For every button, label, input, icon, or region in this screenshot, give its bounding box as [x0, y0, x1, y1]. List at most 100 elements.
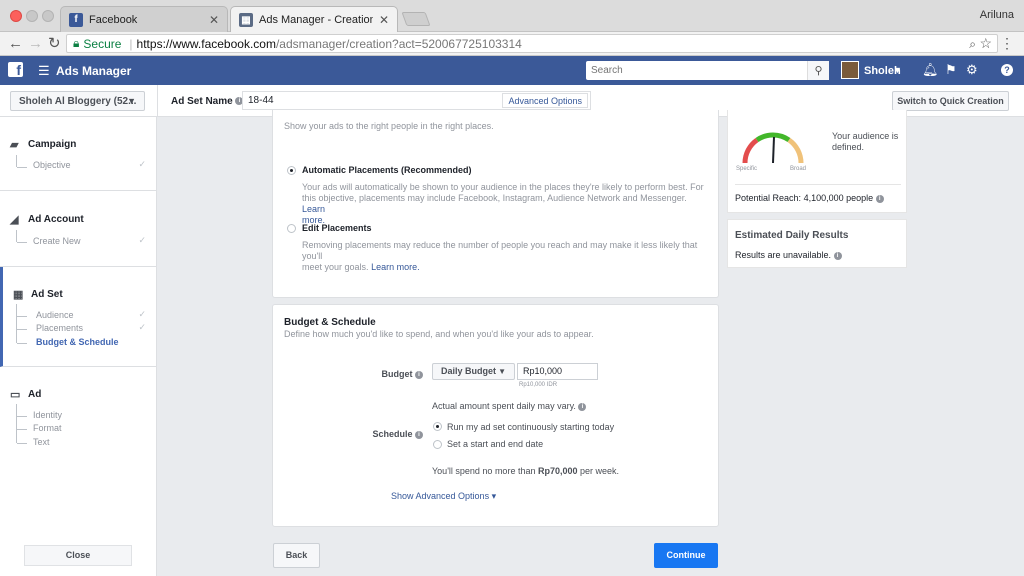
desc-line: Your ads will automatically be shown to …	[302, 182, 704, 192]
divider	[735, 184, 901, 185]
info-icon[interactable]: i	[833, 251, 842, 260]
tab-label: Ads Manager - Creation	[259, 14, 373, 26]
gauge-specific-label: Specific	[736, 166, 758, 172]
info-icon[interactable]: i	[415, 430, 423, 439]
start-end-date-radio[interactable]	[433, 440, 442, 449]
search-icon[interactable]: ⚲	[807, 61, 829, 80]
sidebar-head-campaign[interactable]: ▰ Campaign	[10, 139, 76, 150]
tree-line	[17, 443, 27, 444]
estimated-results-title: Estimated Daily Results	[735, 230, 849, 241]
sidebar-head-ad[interactable]: ▭ Ad	[10, 389, 41, 400]
sidebar-item-objective[interactable]: Objective	[33, 160, 71, 170]
chevron-down-icon[interactable]: ▼	[893, 65, 902, 75]
browser-profile-name[interactable]: Ariluna	[980, 9, 1014, 21]
sidebar-title: Campaign	[28, 139, 77, 150]
address-bar-row: ← → ↻ 🔒︎ Secure | https://www.facebook.c…	[0, 32, 1024, 56]
actual-spend-note-text: Actual amount spent daily may vary.	[432, 401, 576, 411]
learn-more-link[interactable]: Learn	[302, 204, 325, 214]
sidebar-section-ad[interactable]: ▭ Ad Identity Format Text	[0, 367, 156, 453]
sidebar-section-ad-account[interactable]: ◢ Ad Account Create New ✓	[0, 191, 156, 267]
budget-type-select[interactable]: Daily Budget ▼	[432, 363, 515, 380]
info-icon[interactable]: i	[875, 194, 884, 203]
automatic-placements-title[interactable]: Automatic Placements (Recommended)	[302, 165, 472, 175]
tab-ads-manager[interactable]: ▦ Ads Manager - Creation ✕	[230, 6, 398, 33]
automatic-placements-radio[interactable]	[287, 166, 296, 175]
adset-name-field[interactable]: 18-44 Advanced Options	[242, 91, 591, 110]
sidebar-section-campaign[interactable]: ▰ Campaign Objective ✓	[0, 117, 156, 191]
bell-icon[interactable]: 🔔︎	[922, 63, 939, 77]
advanced-options-button[interactable]: Advanced Options	[502, 93, 588, 108]
budget-label-text: Budget	[381, 369, 413, 379]
hamburger-menu-icon[interactable]: ☰	[38, 64, 50, 77]
avatar[interactable]	[841, 61, 859, 79]
tab-facebook[interactable]: f Facebook ✕	[60, 6, 228, 32]
desc-line: Removing placements may reduce the numbe…	[302, 240, 698, 261]
sidebar-item-budget-schedule[interactable]: Budget & Schedule	[36, 337, 119, 347]
search-input[interactable]	[586, 61, 807, 80]
sidebar-section-ad-set[interactable]: ▦ Ad Set Audience ✓ Placements ✓ Budget …	[0, 267, 156, 367]
search-box[interactable]: ⚲	[586, 61, 829, 80]
url-path: /adsmanager/creation?act=520067725103314	[275, 36, 522, 51]
info-icon[interactable]: i	[578, 402, 587, 411]
close-tab-icon[interactable]: ✕	[379, 13, 389, 27]
back-button[interactable]: Back	[273, 543, 320, 568]
desc-line: meet your goals.	[302, 262, 369, 272]
browser-menu-icon[interactable]: ⋮	[1000, 35, 1014, 52]
creation-sidebar: ▰ Campaign Objective ✓ ◢ Ad Account Crea…	[0, 117, 157, 576]
run-continuously-label[interactable]: Run my ad set continuously starting toda…	[447, 422, 614, 432]
sidebar-title: Ad Set	[31, 289, 63, 300]
app-title[interactable]: Ads Manager	[56, 64, 131, 78]
sidebar-item-create-new[interactable]: Create New	[33, 236, 81, 246]
reload-icon[interactable]: ↻	[48, 35, 61, 53]
continue-button[interactable]: Continue	[654, 543, 718, 568]
budget-amount-input[interactable]: Rp10,000	[517, 363, 598, 380]
sidebar-item-format[interactable]: Format	[33, 423, 62, 433]
forward-arrow-icon[interactable]: →	[28, 35, 43, 53]
divider	[157, 85, 158, 117]
automatic-placements-desc: Your ads will automatically be shown to …	[302, 182, 712, 226]
sidebar-item-placements[interactable]: Placements	[36, 323, 83, 333]
budget-section-title: Budget & Schedule	[284, 317, 376, 328]
sidebar-item-audience[interactable]: Audience	[36, 310, 74, 320]
learn-more-link[interactable]: Learn more.	[371, 262, 420, 272]
back-arrow-icon[interactable]: ←	[8, 35, 23, 53]
edit-placements-radio[interactable]	[287, 224, 296, 233]
sidebar-head-ad-account[interactable]: ◢ Ad Account	[10, 214, 84, 225]
show-advanced-options-link[interactable]: Show Advanced Options ▾	[391, 491, 496, 502]
account-select[interactable]: Sholeh Al Bloggery (52... ▼	[10, 91, 145, 111]
url-field[interactable]: 🔒︎ Secure | https://www.facebook.com/ads…	[66, 34, 998, 53]
ads-manager-favicon-icon: ▦	[239, 13, 253, 27]
close-tab-icon[interactable]: ✕	[209, 13, 219, 27]
flag-icon[interactable]: ⚑	[945, 63, 957, 77]
sidebar-head-ad-set[interactable]: ▦ Ad Set	[13, 289, 63, 300]
sidebar-item-identity[interactable]: Identity	[33, 410, 62, 420]
close-window-button[interactable]	[10, 10, 22, 22]
help-icon[interactable]: ?	[1001, 64, 1013, 76]
minimize-window-button[interactable]	[26, 10, 38, 22]
switch-quick-creation-button[interactable]: Switch to Quick Creation	[892, 91, 1009, 111]
new-tab-button[interactable]	[401, 12, 431, 26]
tree-line	[16, 304, 17, 343]
close-button[interactable]: Close	[24, 545, 132, 566]
grid-icon: ▦	[13, 288, 24, 301]
sidebar-item-text[interactable]: Text	[33, 437, 50, 447]
tab-label: Facebook	[89, 13, 138, 26]
start-end-date-label[interactable]: Set a start and end date	[447, 439, 543, 449]
tree-line	[17, 242, 27, 243]
weekly-spend-note: You'll spend no more than Rp70,000 per w…	[432, 466, 619, 476]
schedule-label-text: Schedule	[372, 429, 413, 439]
gear-icon[interactable]: ⚙	[966, 63, 978, 77]
tree-line	[16, 155, 17, 167]
edit-placements-title[interactable]: Edit Placements	[302, 223, 372, 233]
url-host: https://www.facebook.com	[136, 36, 276, 51]
reach-label: Potential Reach:	[735, 193, 802, 203]
estimated-results-text: Results are unavailable. i	[735, 250, 842, 260]
facebook-logo-icon[interactable]: f	[8, 62, 23, 77]
estimated-results-panel: Estimated Daily Results Results are unav…	[727, 219, 907, 268]
bookmark-star-icon[interactable]: ☆	[979, 35, 992, 52]
info-icon[interactable]: i	[415, 370, 423, 379]
tree-line	[17, 343, 27, 344]
maximize-window-button[interactable]	[42, 10, 54, 22]
zoom-icon[interactable]: ⌕	[969, 37, 976, 52]
run-continuously-radio[interactable]	[433, 422, 442, 431]
